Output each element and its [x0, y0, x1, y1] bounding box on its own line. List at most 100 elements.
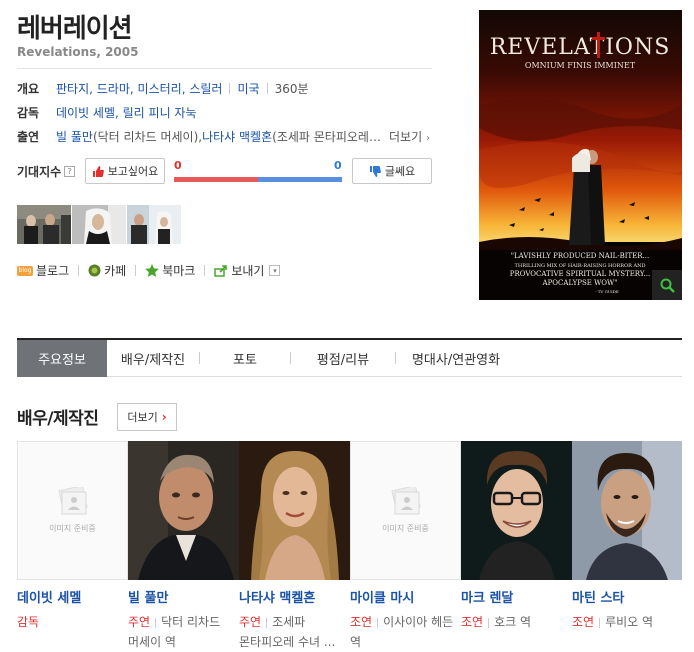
no-image-text: 이미지 준비중: [49, 524, 96, 533]
director-label: 감독: [17, 106, 40, 120]
expectation-label-wrap: 기대지수 ?: [17, 158, 76, 184]
nah-count: 0: [334, 159, 342, 172]
person-name[interactable]: 마이클 마시: [350, 587, 461, 606]
tab-quotes-related[interactable]: 명대사/연관영화: [396, 340, 516, 377]
share-cafe-label: 카페: [104, 264, 127, 278]
person-photo: [461, 441, 572, 580]
want-to-see-button[interactable]: 보고싶어요: [85, 158, 165, 184]
share-cafe-button[interactable]: 카페: [88, 262, 126, 279]
country-link[interactable]: 미국: [237, 80, 259, 97]
person-role: 주연 조세파 몬타피오레 수녀 ...: [239, 615, 336, 649]
help-icon[interactable]: ?: [64, 165, 76, 177]
cast-role: (닥터 리차드 머세이),: [92, 130, 203, 144]
person-name[interactable]: 나타샤 맥켈혼: [239, 587, 350, 606]
share-arrow-icon: [214, 264, 228, 277]
tab-photos[interactable]: 포토: [200, 340, 290, 377]
share-bar: blog 블로그 카페 북마크 보내기 ▾: [17, 262, 281, 279]
send-button[interactable]: 보내기 ▾: [214, 262, 281, 279]
director-links[interactable]: 데이빗 세멜, 릴리 피니 자눅: [56, 104, 197, 121]
poster-zoom-button[interactable]: [652, 270, 682, 300]
genre-link[interactable]: 스릴러: [189, 80, 222, 97]
person-name[interactable]: 마크 렌달: [461, 587, 572, 606]
section-more-label: 더보기: [127, 411, 158, 424]
poster-quote-3: PROVOCATIVE SPIRITUAL MYSTERY...: [510, 270, 651, 278]
want-to-see-label: 보고싶어요: [107, 165, 159, 178]
chevron-down-icon[interactable]: ▾: [269, 265, 281, 276]
person-card[interactable]: 빌 풀만 주연 닥터 리차드 머세이 역: [128, 441, 239, 652]
cast-link[interactable]: 빌 풀만: [56, 128, 93, 145]
runtime: 360분: [274, 82, 309, 96]
search-icon: [660, 278, 675, 293]
person-card[interactable]: 마크 렌달 조연 호크 역: [461, 441, 572, 632]
person-role: 조연 이사이아 헤든 역: [350, 615, 454, 649]
chevron-right-icon: ›: [425, 133, 430, 144]
bookmark-label: 북마크: [162, 264, 196, 278]
cast-row: 출연 빌 풀만 (닥터 리차드 머세이), 나타샤 맥켈혼 (조세파 몬타피오레…: [17, 128, 381, 145]
director-row: 감독 데이빗 세멜, 릴리 피니 자눅: [17, 104, 197, 121]
person-card[interactable]: 나타샤 맥켈혼 주연 조세파 몬타피오레 수녀 ...: [239, 441, 350, 652]
overview-label: 개요: [17, 82, 40, 96]
person-name[interactable]: 빌 풀만: [128, 587, 239, 606]
no-image-text: 이미지 준비중: [382, 524, 429, 533]
tab-bar: 주요정보 배우/제작진 포토 평점/리뷰 명대사/연관영화: [17, 338, 682, 377]
overview-row: 개요 판타지, 드라마, 미스터리, 스릴러 미국 360분: [17, 80, 309, 97]
tab-cast-crew[interactable]: 배우/제작진: [107, 340, 199, 377]
tab-reviews[interactable]: 평점/리뷰: [291, 340, 395, 377]
thumbs-up-icon: [92, 165, 104, 177]
cast-more-button[interactable]: 더보기 ›: [389, 128, 430, 145]
send-label: 보내기: [231, 264, 265, 278]
person-role: 감독: [17, 615, 40, 629]
cast-link[interactable]: 나타샤 맥켈혼: [202, 128, 272, 145]
blog-icon: blog: [17, 265, 33, 276]
genre-link[interactable]: 미스터리: [138, 80, 182, 97]
person-role: 조연 루비오 역: [572, 615, 654, 629]
cast-label: 출연: [17, 130, 40, 144]
genre-link[interactable]: 판타지: [56, 80, 89, 97]
person-name[interactable]: 데이빗 세멜: [17, 587, 128, 606]
still-thumbnail[interactable]: [72, 205, 126, 244]
person-role: 주연 닥터 리차드 머세이 역: [128, 615, 221, 649]
person-role: 조연 호크 역: [461, 615, 532, 629]
movie-subtitle: Revelations, 2005: [17, 45, 139, 59]
person-name[interactable]: 마틴 스타: [572, 587, 683, 606]
person-card[interactable]: 이미지 준비중 마이클 마시 조연 이사이아 헤든 역: [350, 441, 461, 652]
chevron-right-icon: ›: [161, 410, 167, 424]
photo-placeholder-icon: [57, 487, 88, 515]
genre-link[interactable]: 드라마: [97, 80, 130, 97]
share-blog-button[interactable]: blog 블로그: [17, 262, 69, 279]
thumbs-down-icon: [369, 165, 381, 177]
not-sure-button[interactable]: 글쎄요: [352, 158, 432, 184]
want-count: 0: [174, 159, 182, 172]
poster-quote-2: THRILLING MIX OF HAIR-RAISING HORROR AND: [515, 263, 646, 269]
not-sure-label: 글쎄요: [384, 165, 416, 178]
movie-title: 레버레이션: [17, 14, 133, 44]
poster-quote-4: APOCALYPSE WOW": [542, 279, 618, 287]
want-bar: [174, 177, 258, 182]
nah-bar: [258, 177, 342, 182]
divider: [17, 68, 432, 69]
photo-placeholder-icon: [390, 487, 421, 515]
tab-main-info[interactable]: 주요정보: [17, 340, 107, 377]
cafe-icon: [88, 264, 101, 277]
cast-more-label: 더보기: [389, 130, 423, 144]
section-more-button[interactable]: 더보기 ›: [117, 403, 177, 431]
person-card[interactable]: 마틴 스타 조연 루비오 역: [572, 441, 683, 632]
share-blog-label: 블로그: [36, 264, 70, 278]
person-photo: [239, 441, 350, 580]
still-thumbnail[interactable]: [17, 205, 71, 244]
poster-quote-1: "LAVISHLY PRODUCED NAIL-BITER...: [511, 252, 649, 260]
bookmark-button[interactable]: 북마크: [145, 262, 195, 279]
poster-title: REVELATIONS: [490, 35, 671, 60]
poster-quote-source: - TV GUIDE: [595, 289, 619, 294]
person-photo: [572, 441, 683, 580]
section-title: 배우/제작진: [17, 409, 99, 429]
person-card[interactable]: 이미지 준비중 데이빗 세멜 감독: [17, 441, 128, 632]
no-image-placeholder: 이미지 준비중: [17, 441, 128, 580]
star-icon: [145, 264, 160, 277]
person-photo: [128, 441, 239, 580]
movie-poster[interactable]: REVELATIONS OMNIUM FINIS IMMINET "LAVISH…: [479, 10, 682, 300]
cast-role: (조세파 몬타피오레…: [272, 130, 381, 144]
expectation-label: 기대지수: [17, 164, 62, 179]
still-thumbnail[interactable]: [127, 205, 181, 244]
no-image-placeholder: 이미지 준비중: [350, 441, 461, 580]
